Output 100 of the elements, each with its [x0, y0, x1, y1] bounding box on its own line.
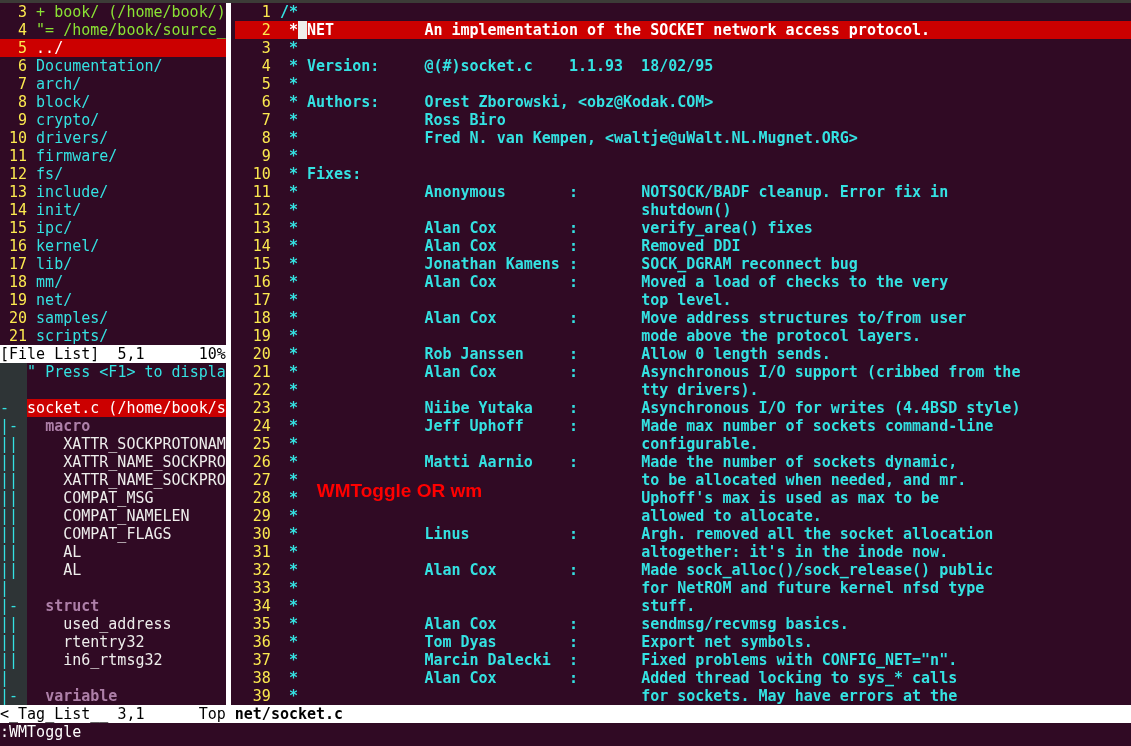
code-line: altogether: it's in the inode now.	[641, 543, 949, 561]
tag-item[interactable]: XATTR_SOCKPROTONAM	[27, 435, 226, 453]
directory-item[interactable]: scripts/	[36, 327, 109, 345]
comment-leader: *	[287, 345, 298, 363]
fold-marker[interactable]: ||	[0, 489, 28, 507]
tag-group[interactable]: struct	[27, 597, 100, 615]
directory-item[interactable]: samples/	[36, 309, 109, 327]
line-number: 22	[251, 381, 271, 399]
comment-leader: *	[287, 273, 298, 291]
comment-leader: *	[287, 39, 298, 57]
code-line: Fixes:	[307, 165, 362, 183]
comment-leader: *	[287, 57, 298, 75]
tag-item[interactable]: XATTR_NAME_SOCKPRO	[27, 471, 226, 489]
directory-item[interactable]: firmware/	[36, 147, 118, 165]
line-number: 7	[260, 111, 271, 129]
comment-leader: *	[287, 543, 298, 561]
tag-group[interactable]: macro	[27, 417, 91, 435]
fold-marker[interactable]: ||	[0, 435, 28, 453]
code-line: top level.	[641, 291, 732, 309]
directory-item[interactable]: Documentation/	[36, 57, 163, 75]
line-number: 21	[251, 363, 271, 381]
comment-leader: *	[287, 489, 298, 507]
fold-marker[interactable]: -	[0, 399, 28, 417]
comment-leader: *	[287, 309, 298, 327]
code-line: Alan Cox : Move address structures to/from user	[424, 309, 967, 327]
line-number: 8	[260, 129, 271, 147]
fold-marker[interactable]: ||	[0, 525, 28, 543]
tag-item[interactable]: rtentry32	[27, 633, 145, 651]
line-number: 5	[260, 75, 271, 93]
fold-marker[interactable]: ||	[0, 507, 28, 525]
comment-leader: *	[287, 291, 298, 309]
fold-marker[interactable]: |-	[0, 417, 28, 435]
fold-marker[interactable]: ||	[0, 543, 28, 561]
tag-item[interactable]: AL	[27, 543, 82, 561]
line-number: 19	[8, 291, 28, 309]
directory-item[interactable]: ../	[36, 39, 64, 57]
tag-item[interactable]: COMPAT_NAMELEN	[27, 507, 190, 525]
fold-marker[interactable]: |-	[0, 597, 28, 615]
tag-group[interactable]: variable	[27, 687, 118, 705]
line-number: 15	[251, 255, 271, 273]
tag-item[interactable]: AL	[27, 561, 82, 579]
directory-item[interactable]: block/	[36, 93, 91, 111]
code-line: Matti Aarnio : Made the number of sockets dynamic,	[424, 453, 958, 471]
tag-item[interactable]: COMPAT_MSG	[27, 489, 154, 507]
comment-leader: *	[287, 363, 298, 381]
comment-leader: *	[287, 75, 298, 93]
tag-item[interactable]: in6_rtmsg32	[27, 651, 163, 669]
fold-marker[interactable]: ||	[0, 471, 28, 489]
comment-leader: *	[287, 561, 298, 579]
fold-marker[interactable]: ||	[0, 651, 28, 669]
fold-marker[interactable]: ||	[0, 615, 28, 633]
comment-leader: *	[287, 669, 298, 687]
comment-leader: *	[287, 327, 298, 345]
line-number: 20	[251, 345, 271, 363]
fold-marker[interactable]: |	[0, 669, 28, 687]
tag-item[interactable]: used_address	[27, 615, 172, 633]
line-number: 25	[251, 435, 271, 453]
directory-item[interactable]: include/	[36, 183, 109, 201]
fold-marker[interactable]: |-	[0, 687, 28, 705]
file-heading[interactable]: socket.c (/home/book/s	[27, 399, 226, 417]
command-line[interactable]: :WMToggle	[0, 723, 82, 741]
code-line: stuff.	[641, 597, 696, 615]
line-number: 4	[260, 57, 271, 75]
code-line: Tom Dyas : Export net symbols.	[424, 633, 813, 651]
tag-item[interactable]: COMPAT_FLAGS	[27, 525, 172, 543]
comment-leader: *	[287, 219, 298, 237]
directory-item[interactable]: mm/	[36, 273, 64, 291]
line-number: 37	[251, 651, 271, 669]
comment-leader: *	[287, 453, 298, 471]
directory-item[interactable]: net/	[36, 291, 73, 309]
directory-item[interactable]: crypto/	[36, 111, 100, 129]
comment-leader: *	[287, 183, 298, 201]
fold-marker[interactable]: ||	[0, 633, 28, 651]
directory-item[interactable]: kernel/	[36, 237, 100, 255]
code-line: allowed to allocate.	[641, 507, 822, 525]
comment-leader: *	[287, 381, 298, 399]
code-line: Alan Cox : Moved a load of checks to the very	[424, 273, 949, 291]
comment-leader: /*	[279, 3, 298, 21]
tag-item[interactable]: XATTR_NAME_SOCKPRO	[27, 453, 226, 471]
comment-leader: *	[287, 651, 298, 669]
fold-marker[interactable]: ||	[0, 561, 28, 579]
comment-leader: *	[287, 633, 298, 651]
directory-item[interactable]: drivers/	[36, 129, 109, 147]
line-number: 12	[8, 165, 28, 183]
status-file-name: <_Tag_List__	[0, 705, 110, 723]
directory-item[interactable]: init/	[36, 201, 82, 219]
code-line: Rob Janssen : Allow 0 length sends.	[424, 345, 831, 363]
directory-item[interactable]: fs/	[36, 165, 64, 183]
fold-marker[interactable]: ||	[0, 453, 28, 471]
code-line: Alan Cox : Asynchronous I/O support (cribbed from the	[424, 363, 1021, 381]
fold-marker[interactable]: |	[0, 579, 28, 597]
line-number: 12	[251, 201, 271, 219]
line-number: 9	[260, 147, 271, 165]
code-line: to be allocated when needed, and mr.	[641, 471, 967, 489]
directory-item[interactable]: ipc/	[36, 219, 73, 237]
comment-leader: *	[287, 615, 298, 633]
directory-item[interactable]: arch/	[36, 75, 82, 93]
line-number: 13	[251, 219, 271, 237]
comment-leader: *	[287, 237, 298, 255]
directory-item[interactable]: lib/	[36, 255, 73, 273]
